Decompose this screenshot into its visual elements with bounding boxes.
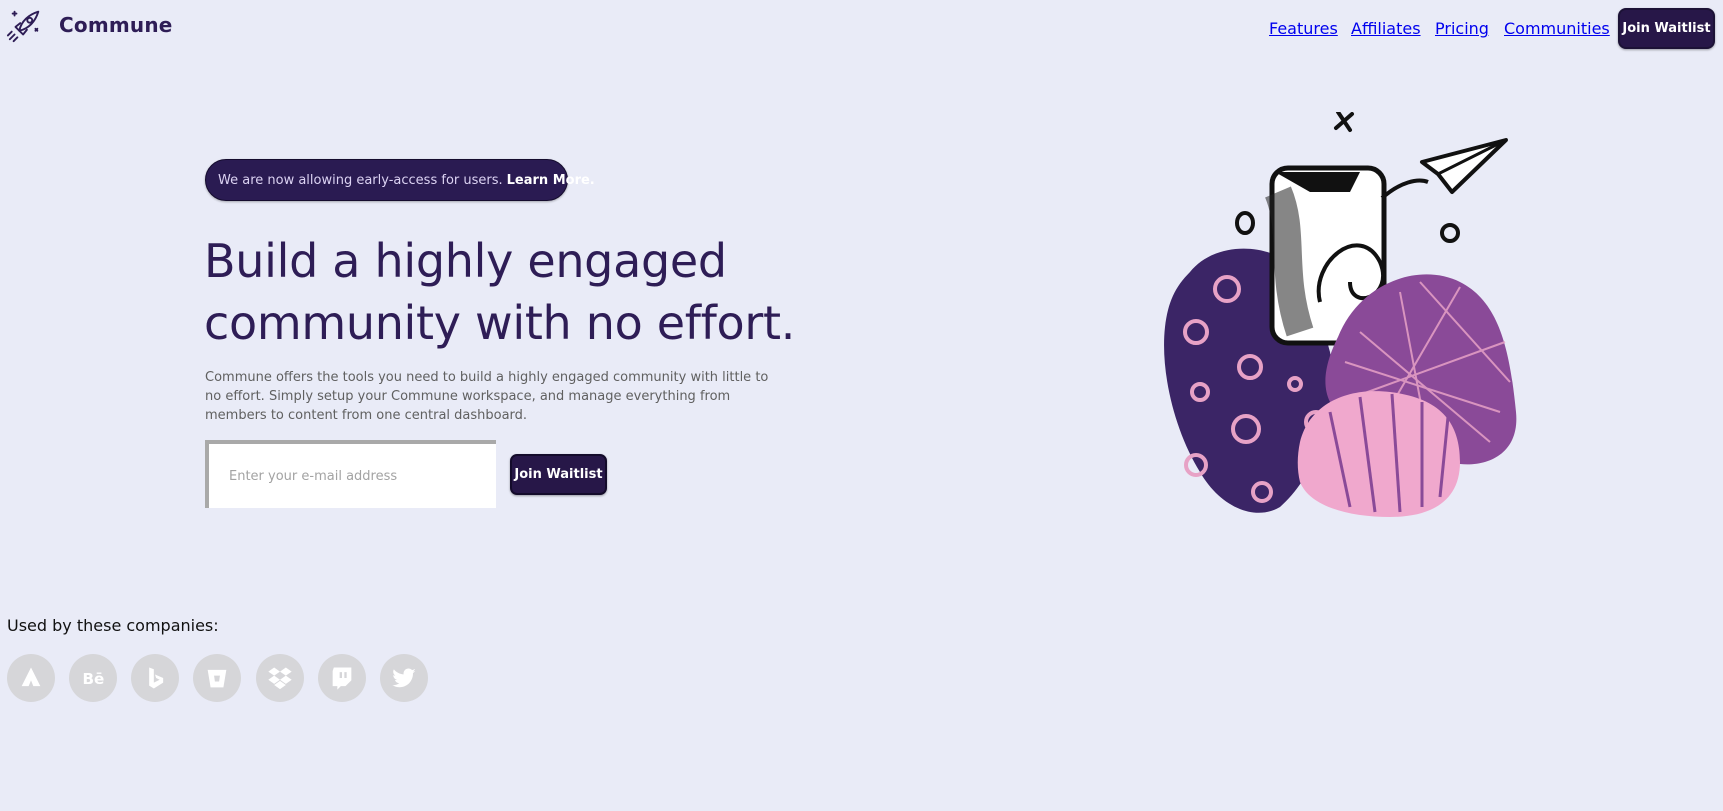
behance-icon: Bē	[69, 654, 117, 702]
join-waitlist-button[interactable]: Join Waitlist	[510, 454, 607, 495]
svg-text:Bē: Bē	[83, 670, 105, 688]
nav-affiliates[interactable]: Affiliates	[1351, 19, 1421, 38]
twitch-icon	[318, 654, 366, 702]
hero-headline: Build a highly engaged community with no…	[204, 230, 844, 354]
email-input[interactable]	[205, 440, 496, 508]
nav-pricing[interactable]: Pricing	[1435, 19, 1489, 38]
brand-name[interactable]: Commune	[59, 13, 173, 37]
nav-features[interactable]: Features	[1269, 19, 1338, 38]
headline-line-2: community with no effort.	[204, 296, 796, 350]
banner-text: We are now allowing early-access for use…	[218, 172, 503, 188]
hero-description: Commune offers the tools you need to bui…	[205, 370, 769, 423]
nav-communities[interactable]: Communities	[1504, 19, 1610, 38]
phone-paper-plane-illustration	[1164, 112, 1517, 517]
companies-heading: Used by these companies:	[7, 616, 219, 635]
headline-line-1: Build a highly engaged	[204, 234, 727, 288]
bing-icon	[131, 654, 179, 702]
bitbucket-icon	[193, 654, 241, 702]
rocket-icon[interactable]	[6, 6, 44, 44]
dropbox-icon	[256, 654, 304, 702]
early-access-banner[interactable]: We are now allowing early-access for use…	[205, 159, 595, 201]
atlassian-icon	[7, 654, 55, 702]
banner-learn-more-link[interactable]: Learn More.	[507, 173, 595, 188]
header-join-waitlist-button[interactable]: Join Waitlist	[1618, 8, 1715, 49]
twitter-icon	[380, 654, 428, 702]
